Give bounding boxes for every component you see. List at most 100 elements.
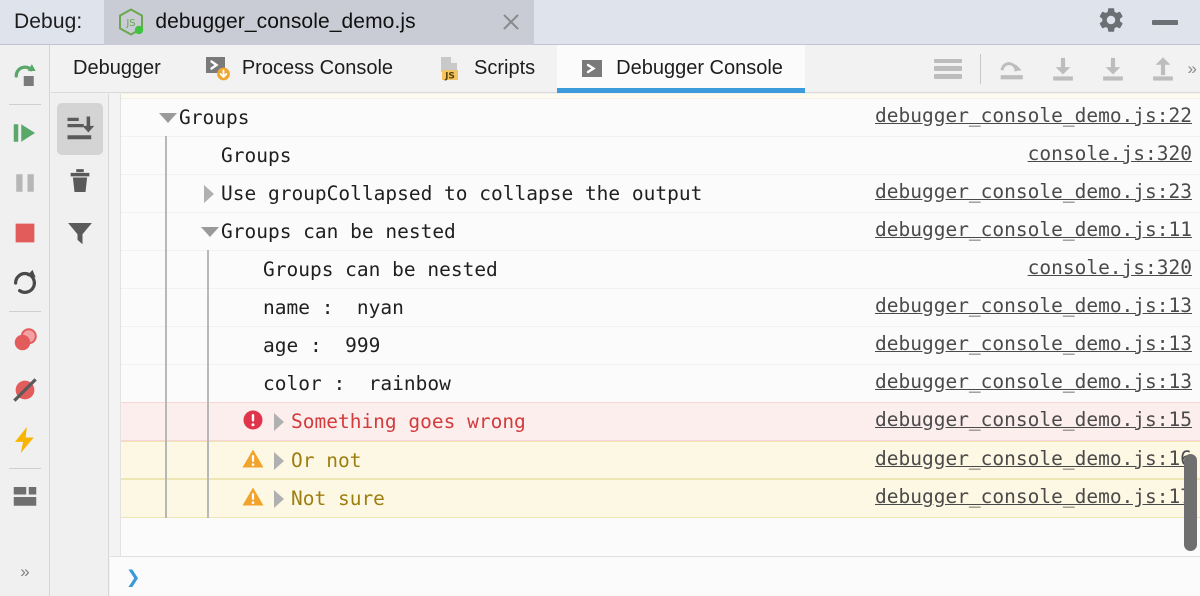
tab-process-console-label: Process Console bbox=[242, 57, 393, 80]
evaluate-expression-button[interactable] bbox=[3, 415, 47, 465]
indent-guide-level-2 bbox=[207, 250, 209, 518]
tab-debugger-console[interactable]: Debugger Console bbox=[557, 45, 805, 92]
svg-text:JS: JS bbox=[444, 71, 455, 81]
minimize-icon[interactable] bbox=[1152, 20, 1178, 25]
tab-scripts-label: Scripts bbox=[474, 57, 535, 80]
view-breakpoints-button[interactable] bbox=[3, 315, 47, 365]
close-icon[interactable] bbox=[500, 11, 522, 33]
console-row[interactable]: Groups can be nested debugger_console_dem… bbox=[121, 212, 1200, 250]
filter-icon bbox=[65, 218, 95, 248]
svg-text:JS: JS bbox=[126, 18, 136, 29]
clear-all-button[interactable] bbox=[57, 155, 103, 207]
layout-settings-button[interactable] bbox=[3, 472, 47, 522]
source-location-link[interactable]: debugger_console_demo.js:11 bbox=[875, 213, 1200, 245]
row-spacer bbox=[241, 294, 263, 320]
step-out-button[interactable] bbox=[1138, 45, 1188, 93]
console-left-gutter bbox=[110, 94, 121, 556]
console-rows: Groupsdebugger_console_demo.js:22Groupsc… bbox=[121, 94, 1200, 518]
source-location-link[interactable]: debugger_console_demo.js:17 bbox=[875, 480, 1200, 512]
file-tab[interactable]: JS debugger_console_demo.js bbox=[104, 0, 534, 45]
warning-icon bbox=[241, 485, 269, 511]
debug-label: Debug: bbox=[0, 10, 104, 34]
console-row-content: age : 999 bbox=[121, 327, 875, 364]
console-row[interactable]: color : rainbow debugger_console_demo.js:… bbox=[121, 364, 1200, 402]
mute-breakpoints-button[interactable] bbox=[3, 365, 47, 415]
console-row-text: Groups bbox=[221, 142, 291, 170]
file-tab-label: debugger_console_demo.js bbox=[155, 10, 415, 34]
console-row-content: Use groupCollapsed to collapse the outpu… bbox=[121, 175, 875, 212]
expand-triangle-icon[interactable] bbox=[199, 180, 221, 206]
console-row[interactable]: Or not debugger_console_demo.js:16 bbox=[121, 441, 1200, 480]
step-over-button[interactable] bbox=[988, 45, 1038, 93]
console-row-text: Or not bbox=[291, 447, 361, 475]
rerun-button[interactable] bbox=[3, 51, 47, 101]
force-step-into-button[interactable] bbox=[1088, 45, 1138, 93]
console-row-content: name : nyan bbox=[121, 289, 875, 326]
console-row-content: color : rainbow bbox=[121, 365, 875, 402]
console-row-text: color : rainbow bbox=[263, 370, 451, 398]
source-location-link[interactable]: debugger_console_demo.js:13 bbox=[875, 365, 1200, 397]
collapse-triangle-icon[interactable] bbox=[199, 218, 221, 244]
source-location-link[interactable]: debugger_console_demo.js:16 bbox=[875, 442, 1200, 474]
console-prompt[interactable]: ❯ bbox=[110, 556, 1200, 596]
console-row-text: Not sure bbox=[291, 485, 385, 513]
console-output[interactable]: Groupsdebugger_console_demo.js:22Groupsc… bbox=[121, 94, 1200, 556]
console-row-content: Or not bbox=[121, 442, 875, 479]
console-row[interactable]: name : nyandebugger_console_demo.js:13 bbox=[121, 288, 1200, 326]
scroll-to-end-button[interactable] bbox=[57, 103, 103, 155]
console-row-text: Groups can be nested bbox=[263, 256, 498, 284]
resume-program-button[interactable] bbox=[3, 108, 47, 158]
source-location-link[interactable]: debugger_console_demo.js:13 bbox=[875, 327, 1200, 359]
tab-debugger-label: Debugger bbox=[73, 57, 161, 80]
console-row[interactable]: age : 999debugger_console_demo.js:13 bbox=[121, 326, 1200, 364]
console-row-content: Something goes wrong bbox=[121, 403, 875, 440]
console-row[interactable]: Use groupCollapsed to collapse the outpu… bbox=[121, 174, 1200, 212]
error-icon bbox=[241, 408, 269, 434]
console-actions-toolbar bbox=[51, 94, 109, 596]
gear-icon[interactable] bbox=[1096, 5, 1126, 40]
vertical-scrollbar[interactable] bbox=[1184, 454, 1197, 551]
console-row[interactable]: Groupsdebugger_console_demo.js:22 bbox=[121, 98, 1200, 136]
stop-button[interactable] bbox=[3, 208, 47, 258]
strip-overflow-button[interactable]: » bbox=[1188, 59, 1200, 79]
source-location-link[interactable]: debugger_console_demo.js:15 bbox=[875, 403, 1200, 435]
console-row-content: Groups bbox=[121, 99, 875, 136]
source-location-link[interactable]: debugger_console_demo.js:23 bbox=[875, 175, 1200, 207]
source-location-link[interactable]: console.js:320 bbox=[1028, 251, 1200, 283]
trash-icon bbox=[65, 166, 95, 196]
tab-scripts[interactable]: JS Scripts bbox=[415, 45, 557, 92]
tab-process-console[interactable]: Process Console bbox=[183, 45, 415, 92]
separator bbox=[980, 54, 981, 84]
title-bar-actions bbox=[1096, 5, 1200, 40]
menu-button[interactable] bbox=[923, 45, 973, 93]
console-row[interactable]: Groups console.js:320 bbox=[121, 136, 1200, 174]
expand-triangle-icon[interactable] bbox=[269, 447, 291, 473]
collapse-triangle-icon[interactable] bbox=[157, 104, 179, 130]
hamburger-icon bbox=[934, 59, 962, 79]
step-into-button[interactable] bbox=[1038, 45, 1088, 93]
step-out-icon bbox=[1147, 54, 1179, 84]
view-tab-strip: Debugger Process Console JS bbox=[51, 45, 1200, 93]
toolbar-overflow-button[interactable]: » bbox=[20, 562, 28, 582]
toolbar-separator bbox=[9, 468, 41, 469]
row-spacer bbox=[241, 332, 263, 358]
expand-triangle-icon[interactable] bbox=[269, 408, 291, 434]
debug-actions-toolbar: » bbox=[0, 45, 50, 596]
debug-tool-window: Debug: JS debugger_console_demo.js bbox=[0, 0, 1200, 596]
debugger-console-icon bbox=[579, 56, 605, 82]
tab-debugger-console-label: Debugger Console bbox=[616, 57, 783, 80]
source-location-link[interactable]: debugger_console_demo.js:13 bbox=[875, 289, 1200, 321]
console-row[interactable]: Something goes wrongdebugger_console_dem… bbox=[121, 402, 1200, 441]
tab-debugger[interactable]: Debugger bbox=[51, 45, 183, 92]
pause-program-button[interactable] bbox=[3, 158, 47, 208]
console-row[interactable]: Not sure debugger_console_demo.js:17 bbox=[121, 479, 1200, 518]
filter-button[interactable] bbox=[57, 207, 103, 259]
source-location-link[interactable]: debugger_console_demo.js:22 bbox=[875, 99, 1200, 131]
restart-button[interactable] bbox=[3, 258, 47, 308]
scroll-to-end-icon bbox=[65, 114, 95, 144]
nodejs-js-file-icon: JS bbox=[118, 8, 144, 36]
console-row[interactable]: Groups can be nested console.js:320 bbox=[121, 250, 1200, 288]
expand-triangle-icon[interactable] bbox=[269, 485, 291, 511]
source-location-link[interactable]: console.js:320 bbox=[1028, 137, 1200, 169]
console-row-text: Groups can be nested bbox=[221, 218, 456, 246]
